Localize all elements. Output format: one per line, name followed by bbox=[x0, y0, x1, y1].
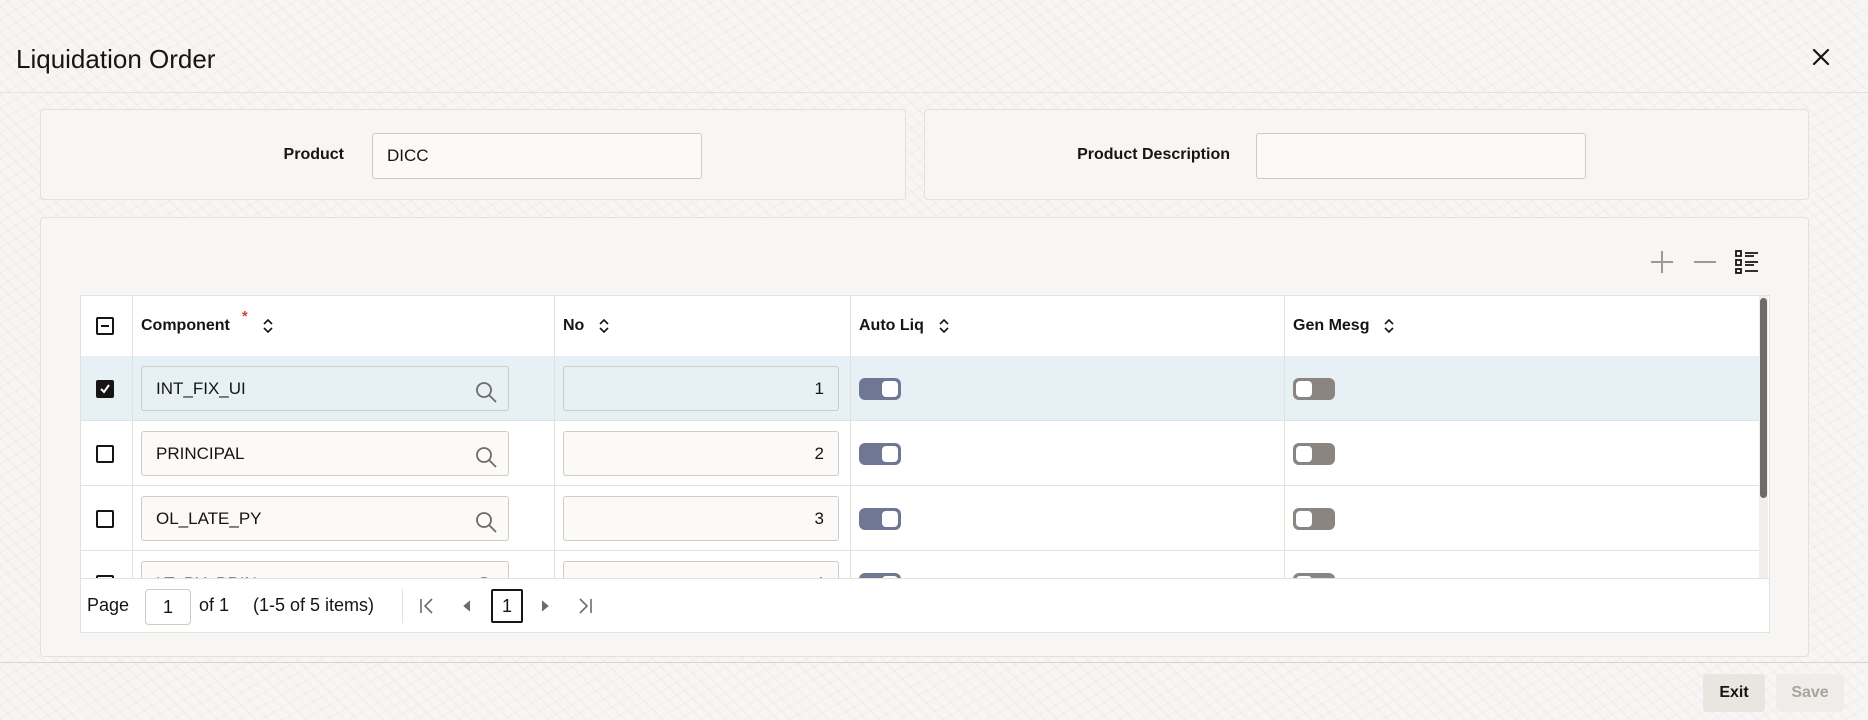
gen-mesg-toggle[interactable] bbox=[1293, 378, 1335, 400]
sort-icon[interactable] bbox=[598, 318, 610, 334]
component-field[interactable]: OL_LATE_PY bbox=[141, 496, 509, 541]
column-divider bbox=[554, 296, 555, 578]
auto-liq-header-label: Auto Liq bbox=[859, 317, 924, 334]
column-header-gen-mesg[interactable]: Gen Mesg bbox=[1285, 296, 1759, 356]
gen-mesg-toggle[interactable] bbox=[1293, 508, 1335, 530]
component-field[interactable]: INT_FIX_UI bbox=[141, 366, 509, 411]
page-label: Page bbox=[87, 595, 130, 615]
page-number-input[interactable]: 1 bbox=[145, 589, 191, 625]
table-row[interactable]: PRINCIPAL 2 bbox=[81, 421, 1759, 486]
sort-icon[interactable] bbox=[938, 318, 950, 334]
search-icon[interactable] bbox=[474, 507, 498, 550]
column-header-no[interactable]: No bbox=[555, 296, 851, 356]
current-page-button[interactable]: 1 bbox=[491, 589, 523, 623]
dialog-title: Liquidation Order bbox=[16, 44, 216, 74]
search-icon[interactable] bbox=[474, 442, 498, 485]
grid-scrollbar[interactable] bbox=[1759, 296, 1768, 578]
product-description-label: Product Description bbox=[1077, 146, 1230, 163]
required-asterisk: * bbox=[241, 307, 248, 325]
select-all-checkbox[interactable] bbox=[96, 317, 114, 335]
remove-row-icon[interactable] bbox=[1691, 248, 1719, 276]
add-row-icon[interactable] bbox=[1648, 248, 1676, 276]
sort-icon[interactable] bbox=[262, 318, 274, 334]
single-record-view-icon[interactable] bbox=[1733, 248, 1761, 276]
first-page-icon[interactable] bbox=[415, 594, 439, 618]
component-field[interactable]: PRINCIPAL bbox=[141, 431, 509, 476]
component-value: PRINCIPAL bbox=[156, 444, 245, 463]
exit-button[interactable]: Exit bbox=[1703, 674, 1765, 712]
auto-liq-toggle[interactable] bbox=[859, 378, 901, 400]
column-divider bbox=[132, 296, 133, 578]
footer-divider bbox=[0, 662, 1868, 663]
product-label: Product bbox=[283, 146, 344, 163]
gen-mesg-toggle[interactable] bbox=[1293, 443, 1335, 465]
component-header-label: Component bbox=[141, 317, 230, 334]
pager-divider bbox=[402, 589, 403, 623]
no-header-label: No bbox=[563, 317, 585, 334]
sort-icon[interactable] bbox=[1383, 318, 1395, 334]
auto-liq-toggle[interactable] bbox=[859, 443, 901, 465]
liquidation-grid: Component * No Auto Liq Gen Mesg INT_FIX… bbox=[80, 295, 1770, 633]
grid-header: Component * No Auto Liq Gen Mesg bbox=[81, 296, 1759, 357]
table-row[interactable]: INT_FIX_UI 1 bbox=[81, 356, 1759, 421]
items-count: (1-5 of 5 items) bbox=[253, 595, 375, 615]
column-header-auto-liq[interactable]: Auto Liq bbox=[851, 296, 1285, 356]
table-row[interactable]: OL_LATE_PY 3 bbox=[81, 486, 1759, 551]
gen-mesg-header-label: Gen Mesg bbox=[1293, 317, 1370, 334]
auto-liq-toggle[interactable] bbox=[859, 508, 901, 530]
close-icon[interactable] bbox=[1808, 44, 1834, 70]
next-page-icon[interactable] bbox=[533, 594, 557, 618]
column-divider bbox=[850, 296, 851, 578]
search-icon[interactable] bbox=[474, 377, 498, 420]
save-button[interactable]: Save bbox=[1776, 674, 1844, 712]
page-of-total: of 1 bbox=[199, 595, 230, 615]
column-divider bbox=[1284, 296, 1285, 578]
row-checkbox[interactable] bbox=[96, 510, 114, 528]
previous-page-icon[interactable] bbox=[455, 594, 479, 618]
no-field[interactable]: 3 bbox=[563, 496, 839, 541]
product-field[interactable]: DICC bbox=[372, 133, 702, 179]
pagination-bar: Page 1 of 1 (1-5 of 5 items) 1 bbox=[81, 578, 1769, 632]
row-checkbox[interactable] bbox=[96, 380, 114, 398]
scrollbar-thumb[interactable] bbox=[1760, 298, 1767, 498]
product-description-field[interactable] bbox=[1256, 133, 1586, 179]
row-checkbox[interactable] bbox=[96, 445, 114, 463]
no-field[interactable]: 1 bbox=[563, 366, 839, 411]
component-value: OL_LATE_PY bbox=[156, 509, 262, 528]
column-header-component[interactable]: Component * bbox=[133, 296, 555, 356]
header-divider bbox=[0, 92, 1868, 93]
last-page-icon[interactable] bbox=[573, 594, 597, 618]
component-value: INT_FIX_UI bbox=[156, 379, 246, 398]
no-field[interactable]: 2 bbox=[563, 431, 839, 476]
